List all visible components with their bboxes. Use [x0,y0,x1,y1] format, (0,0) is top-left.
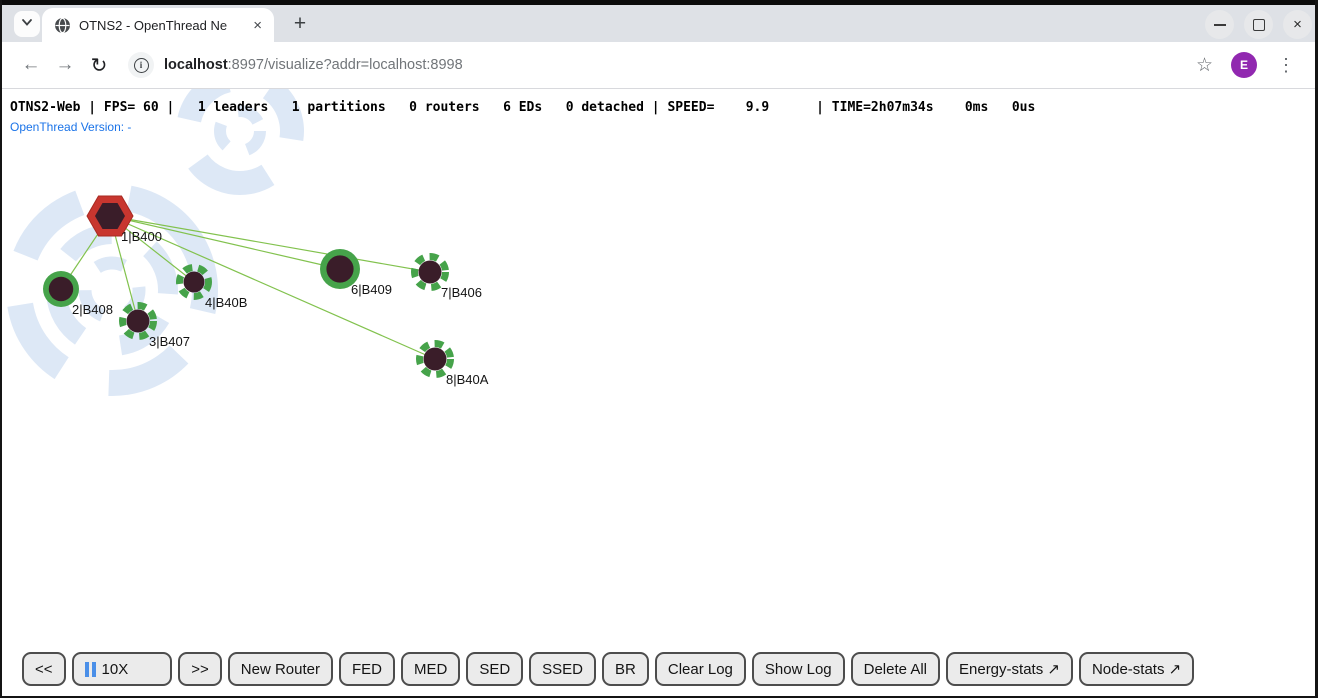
speed-label: 10X [102,661,129,678]
close-icon: × [1293,16,1302,33]
back-icon: ← [22,54,41,76]
node-6[interactable]: 6|B409 [320,249,392,297]
url-host: localhost [164,57,228,73]
url-path: :8997/visualize?addr=localhost:8998 [228,57,463,73]
node-8[interactable]: 8|B40A [420,344,489,388]
navigation-bar: ← → ↻ i localhost:8997/visualize?addr=lo… [2,42,1315,89]
thread-watermark [2,89,300,420]
kebab-menu-icon: ⋮ [1277,55,1295,75]
minimize-button[interactable] [1205,10,1234,39]
br-button[interactable]: BR [602,652,649,686]
refresh-button[interactable]: ↻ [84,50,114,80]
new-router-button[interactable]: New Router [228,652,333,686]
node-label: 6|B409 [351,282,392,297]
browser-menu-button[interactable]: ⋮ [1271,55,1301,76]
fed-button[interactable]: FED [339,652,395,686]
profile-avatar[interactable]: E [1231,52,1257,78]
minimize-icon [1214,24,1226,26]
new-tab-button[interactable]: + [287,11,313,37]
browser-window: OTNS2 - OpenThread Ne × + × ← → ↻ i loca… [0,0,1318,698]
window-controls: × [1205,10,1312,39]
simulation-canvas[interactable]: 1|B400 2|B408 3|B407 4|B40B 6|B409 7|B406 8|B4… [2,89,1315,696]
info-icon: i [134,58,149,73]
node-label: 3|B407 [149,334,190,349]
back-button[interactable]: ← [16,50,46,80]
pause-icon [85,662,96,677]
bookmark-button[interactable]: ☆ [1196,54,1213,77]
maximize-button[interactable] [1244,10,1273,39]
close-button[interactable]: × [1283,10,1312,39]
tab-title: OTNS2 - OpenThread Ne [79,18,249,33]
delete-all-button[interactable]: Delete All [851,652,940,686]
globe-favicon-icon [54,17,71,34]
maximize-icon [1253,19,1265,31]
rewind-button[interactable]: << [22,652,66,686]
chevron-down-icon [20,15,34,34]
clear-log-button[interactable]: Clear Log [655,652,746,686]
forward-button[interactable]: → [50,50,80,80]
action-toolbar: << 10X >> New Router FED MED SED SSED BR… [22,652,1194,686]
node-label: 7|B406 [441,285,482,300]
node-label: 8|B40A [446,372,489,387]
node-label: 4|B40B [205,295,247,310]
tab-bar: OTNS2 - OpenThread Ne × + × [2,5,1315,42]
node-stats-button[interactable]: Node-stats ↗ [1079,652,1194,686]
status-bar: OTNS2-Web | FPS= 60 | 1 leaders 1 partit… [10,100,1035,115]
energy-stats-button[interactable]: Energy-stats ↗ [946,652,1073,686]
openthread-version-label: OpenThread Version: - [10,120,131,134]
med-button[interactable]: MED [401,652,460,686]
tab-search-button[interactable] [14,11,40,37]
tab-close-icon[interactable]: × [249,17,266,34]
star-icon: ☆ [1196,55,1213,76]
refresh-icon: ↻ [91,53,108,78]
node-7[interactable]: 7|B406 [415,257,482,301]
speed-button[interactable]: 10X [72,652,173,686]
node-label: 2|B408 [72,302,113,317]
address-bar[interactable]: localhost:8997/visualize?addr=localhost:… [164,57,1188,73]
fast-forward-button[interactable]: >> [178,652,222,686]
site-info-button[interactable]: i [128,52,154,78]
tab-otns2[interactable]: OTNS2 - OpenThread Ne × [42,8,274,42]
node-label: 1|B400 [121,229,162,244]
network-graph: 1|B400 2|B408 3|B407 4|B40B 6|B409 7|B406 8|B4… [2,89,1315,696]
sed-button[interactable]: SED [466,652,523,686]
ssed-button[interactable]: SSED [529,652,596,686]
forward-icon: → [56,54,75,76]
show-log-button[interactable]: Show Log [752,652,845,686]
